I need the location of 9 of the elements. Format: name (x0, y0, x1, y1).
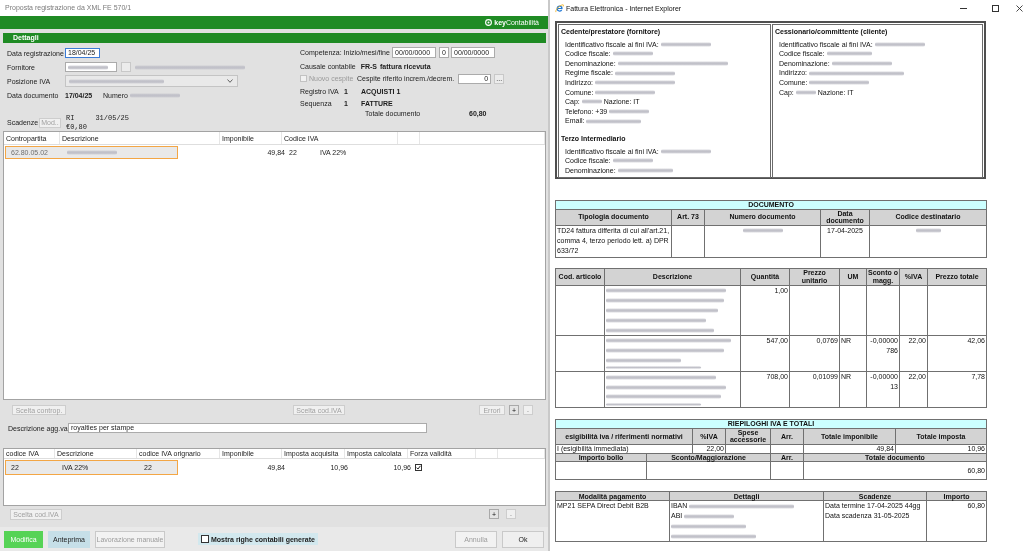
checkbox[interactable] (415, 464, 422, 471)
checkbox[interactable] (201, 535, 209, 543)
minimize-icon[interactable] (960, 7, 967, 9)
close-icon[interactable] (1016, 4, 1023, 12)
chevron-down-icon (227, 79, 233, 83)
browser-icon (555, 3, 564, 13)
maximize-icon[interactable] (992, 4, 999, 12)
input-field[interactable] (65, 62, 117, 72)
logo-icon (485, 19, 493, 26)
